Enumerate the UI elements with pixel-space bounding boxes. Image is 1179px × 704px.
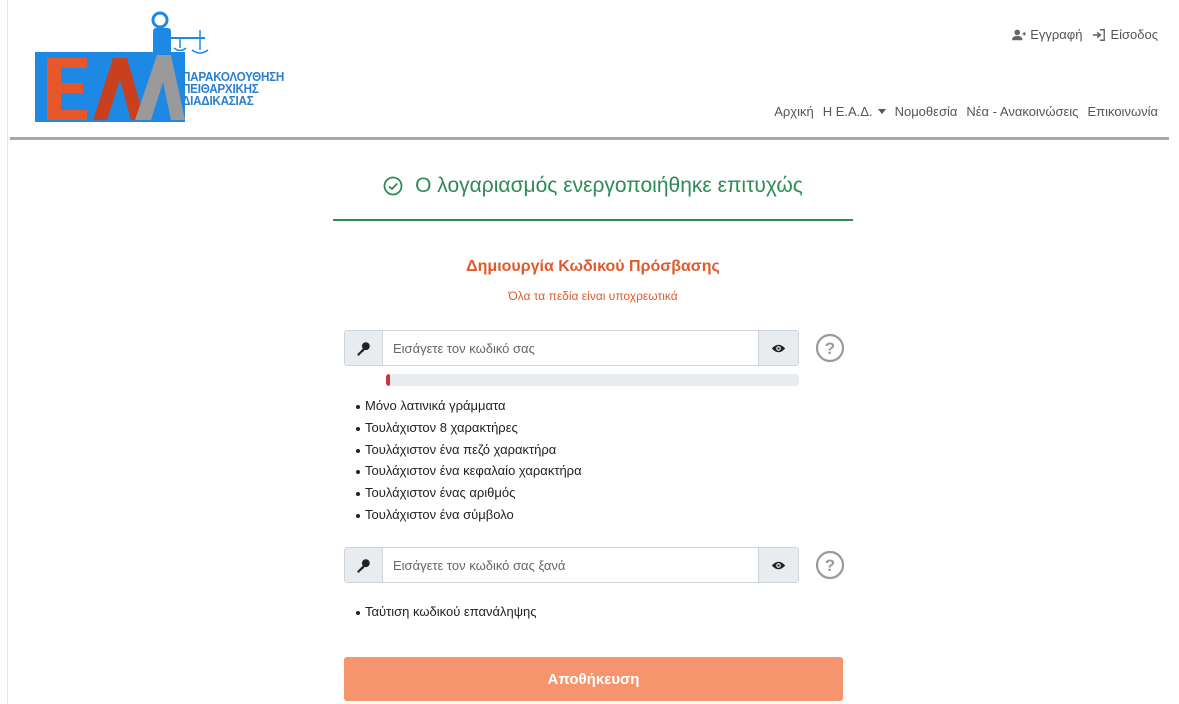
password-toggle-visibility[interactable] bbox=[758, 331, 798, 365]
register-link[interactable]: Εγγραφή bbox=[1012, 27, 1082, 42]
nav-contact-label: Επικοινωνία bbox=[1087, 104, 1158, 119]
password-help-icon[interactable]: ? bbox=[815, 333, 845, 363]
confirm-password-input-group bbox=[344, 547, 799, 583]
confirm-key-addon bbox=[345, 548, 383, 582]
page-left-border bbox=[7, 0, 8, 704]
nav-news[interactable]: Νέα - Ανακοινώσεις bbox=[966, 104, 1078, 119]
confirm-toggle-visibility[interactable] bbox=[758, 548, 798, 582]
user-plus-icon bbox=[1012, 29, 1027, 40]
check-circle-icon bbox=[383, 176, 403, 196]
activation-success-message: Ο λογαριασμός ενεργοποιήθηκε επιτυχώς bbox=[333, 174, 853, 198]
nav-home[interactable]: Αρχική bbox=[774, 104, 814, 119]
caret-down-icon bbox=[877, 109, 886, 114]
svg-text:?: ? bbox=[825, 556, 835, 575]
nav-home-label: Αρχική bbox=[774, 104, 814, 119]
password-rule-item: Τουλάχιστον ένα σύμβολο bbox=[356, 504, 582, 526]
confirm-rules-list: Ταύτιση κωδικού επανάληψης bbox=[356, 601, 537, 623]
sign-in-icon bbox=[1093, 28, 1106, 41]
password-input-group bbox=[344, 330, 799, 366]
password-rules-list: Μόνο λατινικά γράμματα Τουλάχιστον 8 χαρα… bbox=[356, 395, 582, 526]
site-logo[interactable] bbox=[35, 10, 295, 125]
logo-emblem-icon bbox=[35, 11, 209, 122]
nav-legislation[interactable]: Νομοθεσία bbox=[895, 104, 958, 119]
key-icon bbox=[357, 558, 370, 573]
logo-tagline-line: ΔΙΑΔΙΚΑΣΙΑΣ bbox=[182, 93, 254, 108]
nav-legislation-label: Νομοθεσία bbox=[894, 104, 958, 119]
password-rule-item: Μόνο λατινικά γράμματα bbox=[356, 395, 582, 417]
password-input[interactable] bbox=[383, 331, 758, 365]
success-divider bbox=[333, 219, 853, 221]
confirm-password-input[interactable] bbox=[383, 548, 758, 582]
confirm-help-icon[interactable]: ? bbox=[815, 550, 845, 580]
nav-news-label: Νέα - Ανακοινώσεις bbox=[966, 104, 1079, 119]
password-strength-meter bbox=[386, 374, 799, 386]
success-text: Ο λογαριασμός ενεργοποιήθηκε επιτυχώς bbox=[415, 174, 803, 197]
password-strength-fill bbox=[386, 374, 391, 386]
nav-about-dropdown[interactable]: Η Ε.Α.Δ. bbox=[823, 104, 886, 119]
login-label: Είσοδος bbox=[1110, 27, 1158, 42]
nav-contact[interactable]: Επικοινωνία bbox=[1087, 104, 1158, 119]
password-key-addon bbox=[345, 331, 383, 365]
password-rule-item: Τουλάχιστον ένα πεζό χαρακτήρα bbox=[356, 439, 582, 461]
password-rule-item: Τουλάχιστον 8 χαρακτήρες bbox=[356, 417, 582, 439]
key-icon bbox=[357, 341, 370, 356]
form-subtitle: Όλα τα πεδία είναι υποχρεωτικά bbox=[508, 289, 678, 303]
logo-tagline: ΠΑΡΑΚΟΛΟΥΘΗΣΗ ΠΕΙΘΑΡΧΙΚΗΣ ΔΙΑΔΙΚΑΣΙΑΣ bbox=[182, 70, 284, 108]
password-rule-item: Ταύτιση κωδικού επανάληψης bbox=[356, 601, 537, 623]
form-title: Δημιουργία Κωδικού Πρόσβασης bbox=[466, 258, 720, 275]
eye-icon bbox=[771, 344, 786, 352]
main-nav: Αρχική Η Ε.Α.Δ. Νομοθεσία Νέα - Ανακοινώ… bbox=[774, 104, 1158, 119]
login-link[interactable]: Είσοδος bbox=[1092, 27, 1158, 42]
register-label: Εγγραφή bbox=[1030, 27, 1083, 42]
save-button[interactable]: Αποθήκευση bbox=[344, 657, 843, 701]
password-rule-item: Τουλάχιστον ένας αριθμός bbox=[356, 482, 582, 504]
eye-icon bbox=[771, 561, 786, 569]
password-rule-item: Τουλάχιστον ένα κεφαλαίο χαρακτήρα bbox=[356, 460, 582, 482]
auth-links: Εγγραφή Είσοδος bbox=[1012, 27, 1158, 42]
nav-about-label: Η Ε.Α.Δ. bbox=[822, 104, 873, 119]
svg-text:?: ? bbox=[825, 339, 835, 358]
header-divider bbox=[10, 137, 1169, 140]
